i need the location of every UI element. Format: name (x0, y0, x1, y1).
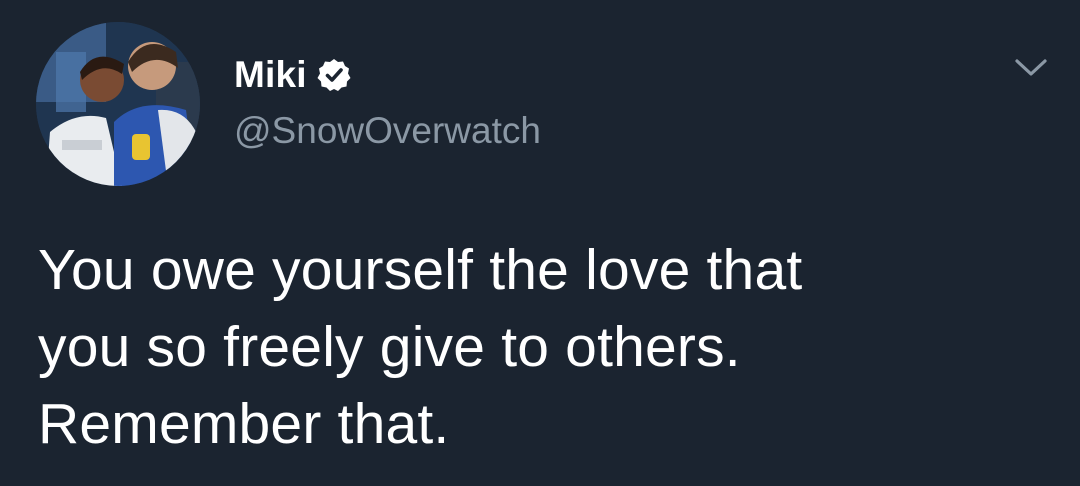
tweet-text-line: You owe yourself the love that (38, 238, 803, 302)
tweet-text: You owe yourself the love that you so fr… (38, 232, 1048, 463)
tweet-text-line: you so freely give to others. (38, 315, 741, 379)
avatar[interactable] (36, 22, 200, 186)
tweet-text-line: Remember that. (38, 392, 450, 456)
chevron-down-icon (1015, 59, 1047, 76)
profile-photo-icon (36, 22, 200, 186)
tweet-card: Miki @SnowOverwatch You owe yourself the… (0, 0, 1080, 486)
author-name-row[interactable]: Miki (234, 52, 352, 98)
tweet-menu-button[interactable] (1011, 52, 1051, 82)
author-handle[interactable]: @SnowOverwatch (234, 110, 541, 152)
author-display-name[interactable]: Miki (234, 54, 307, 96)
verified-badge-icon (316, 57, 352, 93)
